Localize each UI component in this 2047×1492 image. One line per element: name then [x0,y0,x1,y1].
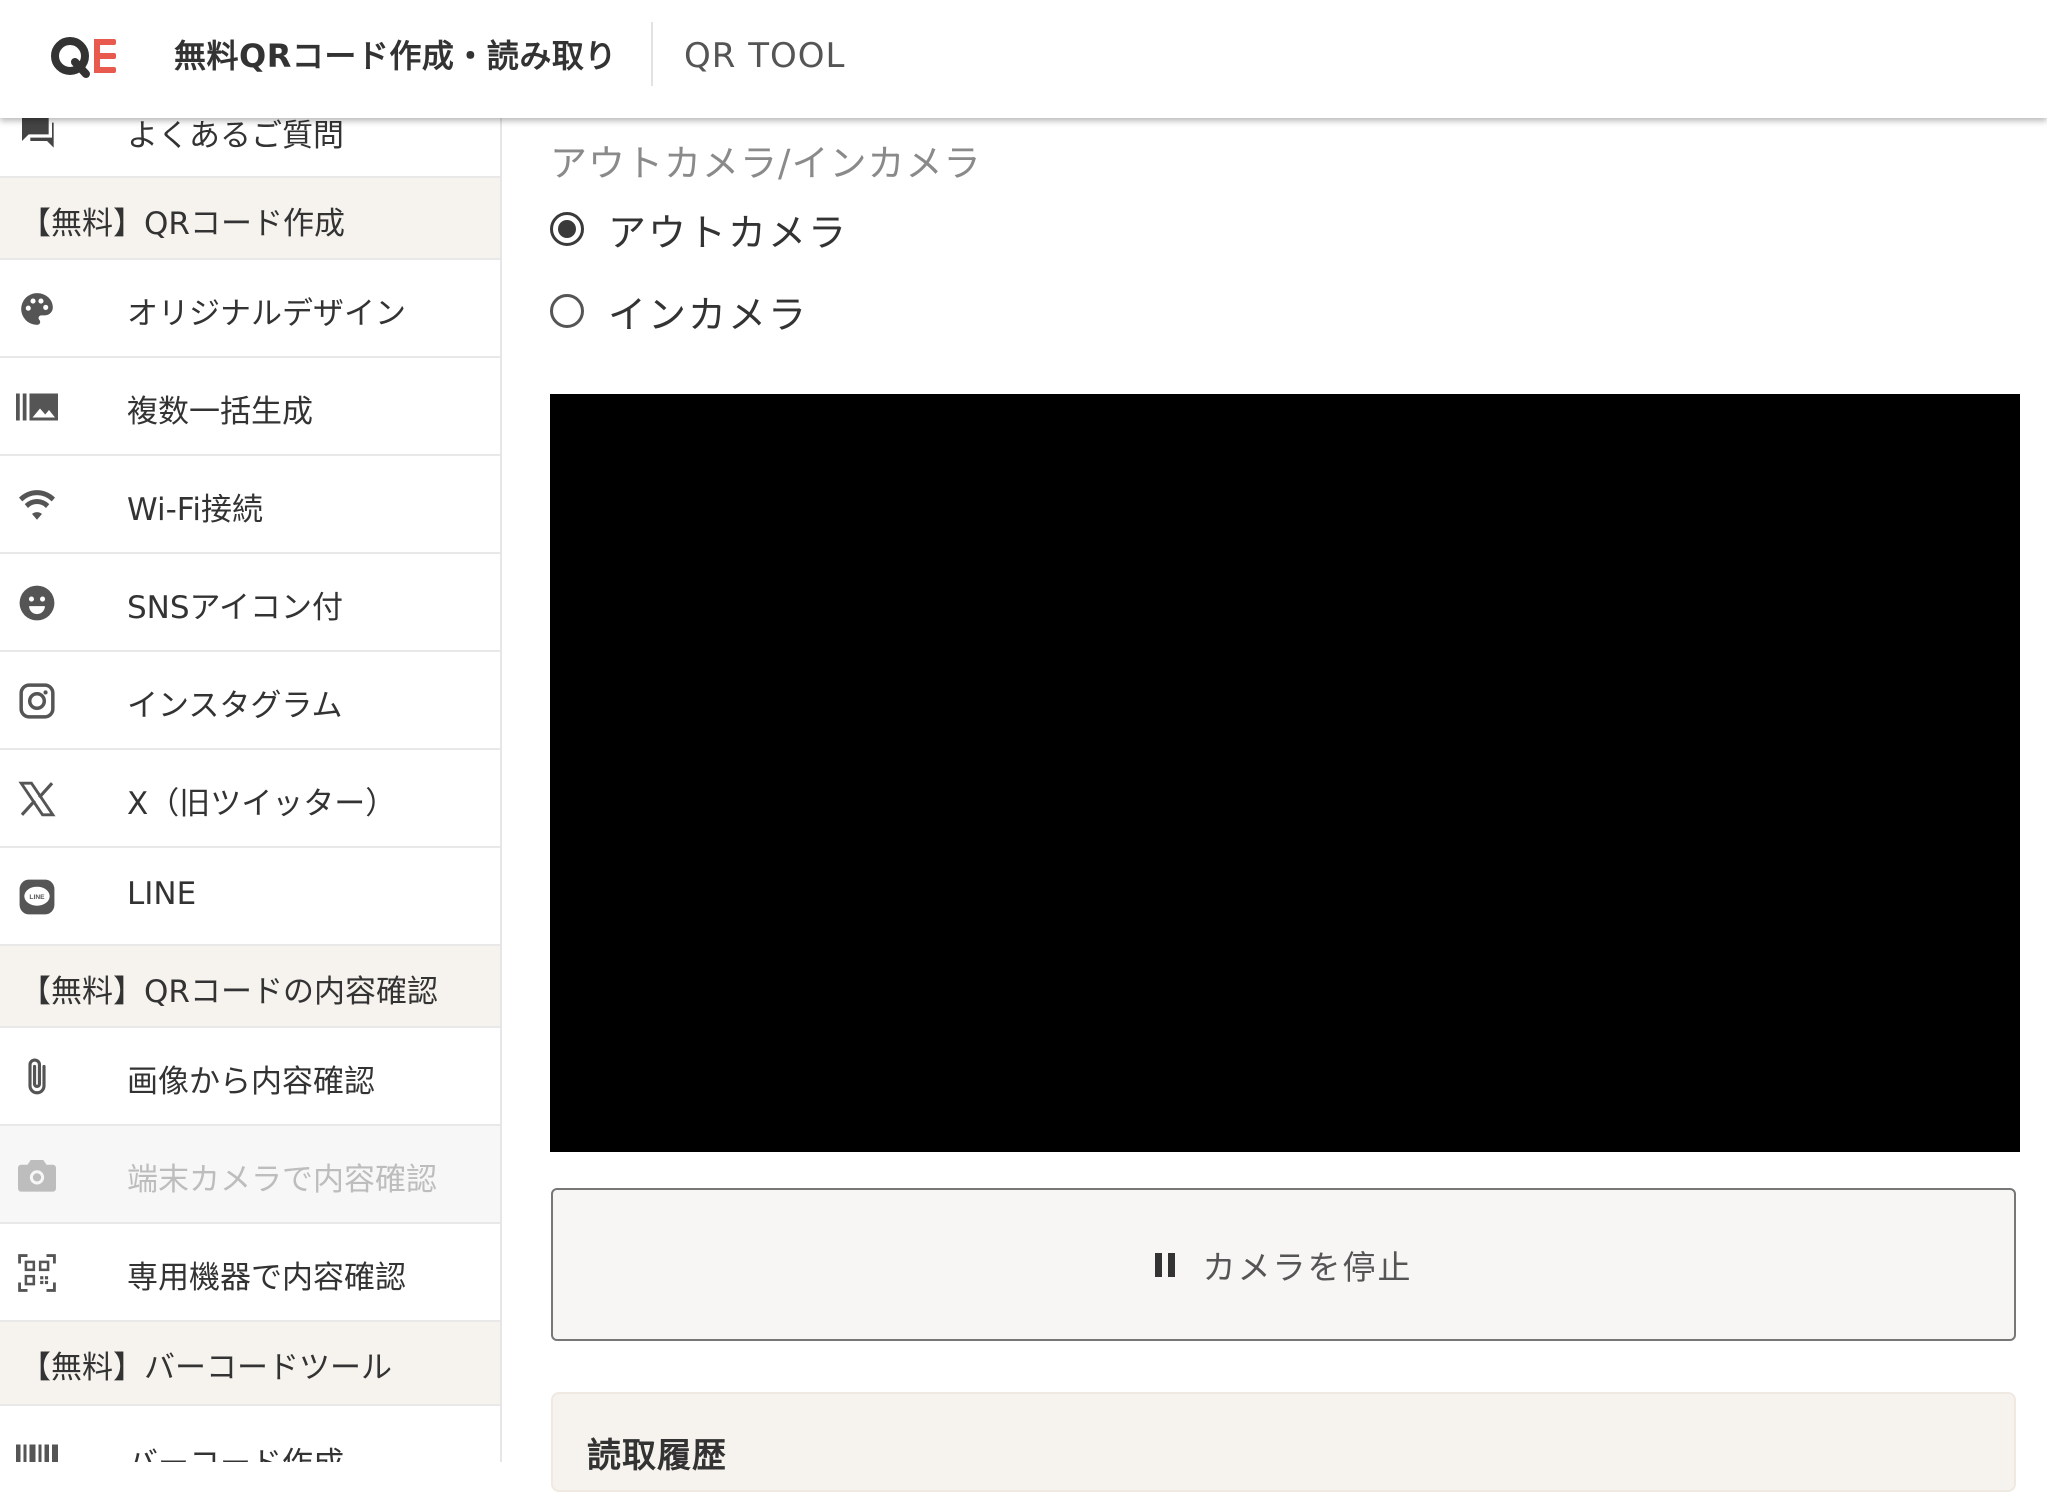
paperclip-icon [16,1056,58,1098]
sidebar-item-label: Wi-Fi接続 [127,492,263,528]
sidebar-item-label: LINE [127,876,197,912]
sidebar-item-wifi[interactable]: Wi-Fi接続 [0,456,500,554]
sidebar-item-original-design[interactable]: オリジナルデザイン [0,260,500,358]
svg-text:LINE: LINE [29,894,45,901]
image-stack-icon [16,386,58,428]
pause-icon [1154,1252,1175,1277]
sidebar-nav: よくあるご質問 【無料】QRコード作成 オリジナルデザイン 複数一括生成 Wi-… [0,0,502,1462]
sidebar-item-label: X（旧ツイッター） [127,786,397,822]
wifi-icon [16,484,58,526]
line-icon: LINE [16,876,58,918]
tool-name: QR TOOL [684,36,846,76]
instagram-icon [16,680,58,722]
radio-out-camera[interactable]: アウトカメラ [550,204,849,255]
site-title[interactable]: 無料QRコード作成・読み取り [174,0,617,118]
smiley-icon [16,582,58,624]
palette-icon [16,288,58,330]
camera-icon [16,1154,58,1196]
sidebar-item-label: 専用機器で内容確認 [127,1260,406,1296]
camera-video-preview [550,394,2020,1152]
sidebar-item-label: SNSアイコン付 [127,590,343,626]
radio-label: インカメラ [608,292,809,337]
section-header-label: 【無料】バーコードツール [20,1350,392,1386]
sidebar-item-instagram[interactable]: インスタグラム [0,652,500,750]
stop-camera-label: カメラを停止 [1202,1247,1413,1287]
app-header: 無料QRコード作成・読み取り QR TOOL [0,0,2047,118]
radio-button-unchecked[interactable] [550,294,584,328]
sidebar-item-label: 複数一括生成 [127,394,313,430]
sidebar-item-label: バーコード作成 [127,1438,344,1462]
scan-history-panel: 読取履歴 [551,1392,2016,1492]
section-header-create: 【無料】QRコード作成 [0,178,500,260]
stop-camera-button[interactable]: カメラを停止 [551,1188,2016,1341]
section-header-label: 【無料】QRコードの内容確認 [20,974,438,1010]
camera-select-legend: アウトカメラ/インカメラ [550,142,982,185]
sidebar-item-sns-icon[interactable]: SNSアイコン付 [0,554,500,652]
sidebar-item-x[interactable]: X（旧ツイッター） [0,750,500,848]
header-divider [651,22,653,86]
qe-logo[interactable] [50,28,122,86]
sidebar-item-dedicated-device[interactable]: 専用機器で内容確認 [0,1224,500,1322]
x-icon [16,778,58,820]
section-header-barcode: 【無料】バーコードツール [0,1322,500,1406]
sidebar-item-line[interactable]: LINE LINE [0,848,500,946]
sidebar-item-device-camera[interactable]: 端末カメラで内容確認 [0,1126,500,1224]
radio-in-camera[interactable]: インカメラ [550,286,809,337]
radio-button-checked[interactable] [550,212,584,246]
sidebar-item-label: オリジナルデザイン [127,296,406,332]
scan-history-title: 読取履歴 [587,1436,727,1476]
barcode-icon [16,1440,58,1462]
sidebar-item-bulk-generate[interactable]: 複数一括生成 [0,358,500,456]
sidebar-item-label: 端末カメラで内容確認 [127,1162,437,1198]
sidebar-item-barcode-create[interactable]: バーコード作成 [0,1406,500,1462]
section-header-read: 【無料】QRコードの内容確認 [0,946,500,1028]
sidebar-item-label: インスタグラム [127,688,343,724]
section-header-label: 【無料】QRコード作成 [20,206,345,242]
radio-label: アウトカメラ [608,210,849,255]
sidebar-item-label: 画像から内容確認 [127,1064,375,1100]
sidebar-item-from-image[interactable]: 画像から内容確認 [0,1028,500,1126]
qr-scan-icon [16,1252,58,1294]
